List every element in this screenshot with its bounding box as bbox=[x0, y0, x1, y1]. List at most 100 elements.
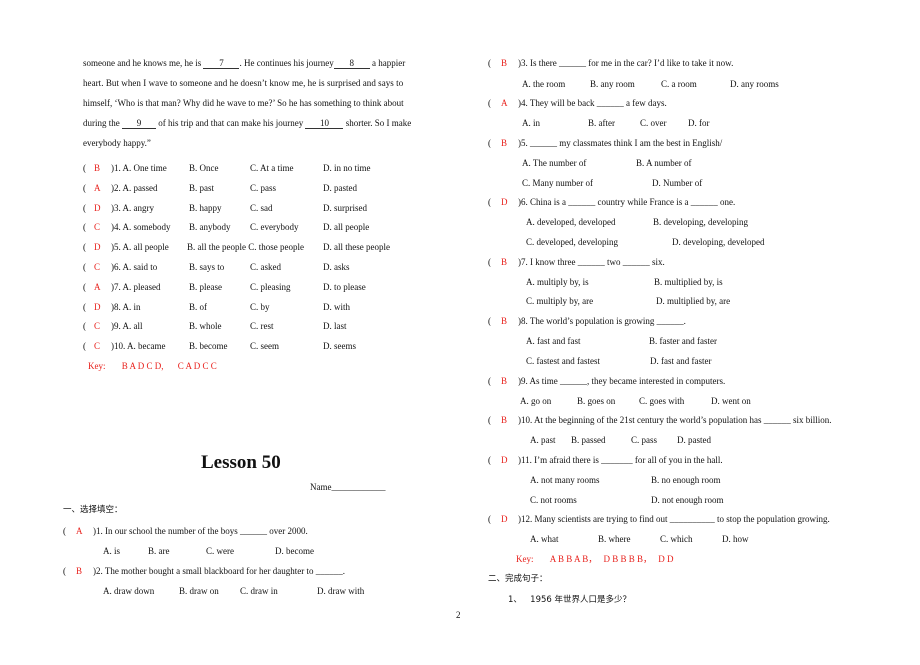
paren-open: ( bbox=[488, 257, 491, 267]
question-text: )2. The mother bought a small blackboard… bbox=[93, 566, 346, 576]
question-text: )3. Is there ______ for me in the car? I… bbox=[518, 58, 734, 68]
question-text: )1. In our school the number of the boys… bbox=[93, 526, 308, 536]
question-option-d: D. with bbox=[323, 302, 350, 312]
paren-open: ( bbox=[83, 203, 86, 213]
question-option-d: D. pasted bbox=[323, 183, 357, 193]
option-b: B. after bbox=[588, 118, 615, 128]
question-text: )5. ______ my classmates think I am the … bbox=[518, 138, 723, 148]
question-option-a: )2. A. passed bbox=[111, 183, 158, 193]
answer-letter: A bbox=[94, 282, 101, 292]
option-a: A. not many rooms bbox=[530, 475, 600, 485]
option-a: A. past bbox=[530, 435, 556, 445]
option-a: A. go on bbox=[520, 396, 552, 406]
option-c: C. a room bbox=[661, 79, 697, 89]
question-option-b: B. all the people C. those people bbox=[187, 242, 304, 252]
option-c: C. Many number of bbox=[522, 178, 593, 188]
question-option-b: B. please bbox=[189, 282, 222, 292]
question-option-b: B. of bbox=[189, 302, 207, 312]
answer-letter: B bbox=[501, 316, 508, 326]
paren-open: ( bbox=[83, 183, 86, 193]
paren-open: ( bbox=[83, 341, 86, 351]
answer-letter: D bbox=[94, 302, 101, 312]
paren-open: ( bbox=[488, 514, 491, 524]
answer-letter: C bbox=[94, 222, 101, 232]
answer-letter: B bbox=[501, 376, 508, 386]
question-text: )7. I know three ______ two ______ six. bbox=[518, 257, 665, 267]
option-c: C. which bbox=[660, 534, 693, 544]
option-b: B. where bbox=[598, 534, 631, 544]
option-c: C. pass bbox=[631, 435, 658, 445]
answer-letter: B bbox=[94, 163, 101, 173]
name-field-label: Name____________ bbox=[310, 482, 386, 492]
question-option-c: C. everybody bbox=[250, 222, 299, 232]
key-part-1: A B B A B， bbox=[549, 554, 598, 564]
option-b: B. are bbox=[148, 546, 170, 556]
cloze-answer-key: Key: B A D C D, C A D C C bbox=[88, 361, 217, 372]
option-c: C. multiply by, are bbox=[526, 296, 594, 306]
question-text: )9. As time ______, they became interest… bbox=[518, 376, 726, 386]
question-option-c: C. sad bbox=[250, 203, 273, 213]
question-option-d: D. to please bbox=[323, 282, 366, 292]
sentence-number: 1、 bbox=[508, 595, 522, 605]
option-b: B. draw on bbox=[179, 586, 219, 596]
passage-line-2: heart. But when I wave to someone and he… bbox=[83, 78, 404, 88]
question-option-b: B. says to bbox=[189, 262, 225, 272]
section-2-heading: 二、完成句子： bbox=[488, 574, 548, 584]
passage-line-3: himself, ‘Who is that man? Why did he wa… bbox=[83, 98, 404, 108]
option-b: B. any room bbox=[590, 79, 635, 89]
blank-7: 7 bbox=[203, 59, 240, 69]
answer-letter: B bbox=[501, 58, 508, 68]
passage-text: shorter. So I make bbox=[343, 118, 412, 128]
option-d: D. pasted bbox=[677, 435, 711, 445]
answer-letter: D bbox=[501, 455, 508, 465]
section-1-heading: 一、选择填空： bbox=[63, 505, 123, 515]
paren-open: ( bbox=[63, 526, 66, 536]
question-option-c: C. pleasing bbox=[250, 282, 291, 292]
option-c: C. draw in bbox=[240, 586, 278, 596]
paren-open: ( bbox=[83, 242, 86, 252]
question-option-a: )5. A. all people bbox=[111, 242, 169, 252]
key-label: Key: bbox=[516, 554, 534, 564]
key-label: Key: bbox=[88, 361, 106, 371]
answer-letter: A bbox=[76, 526, 83, 536]
question-option-c: C. pass bbox=[250, 183, 277, 193]
answer-letter: B bbox=[501, 257, 508, 267]
question-option-d: D. all these people bbox=[323, 242, 390, 252]
key-part-2: D B B B B， bbox=[603, 554, 653, 564]
passage-text: a happier bbox=[369, 58, 406, 68]
sentence-item-1: 1、 1956 年世界人口是多少？ bbox=[508, 594, 631, 606]
option-c: C. were bbox=[206, 546, 234, 556]
answer-letter: A bbox=[94, 183, 101, 193]
question-option-c: C. by bbox=[250, 302, 270, 312]
key-part-2: C A D C C bbox=[177, 361, 217, 371]
paren-open: ( bbox=[488, 138, 491, 148]
option-d: D. developing, developed bbox=[672, 237, 765, 247]
option-a: A. draw down bbox=[103, 586, 155, 596]
option-a: A. fast and fast bbox=[526, 336, 581, 346]
sentence-text: 1956 年世界人口是多少？ bbox=[530, 595, 632, 605]
question-option-c: C. rest bbox=[250, 321, 274, 331]
option-b: B. goes on bbox=[577, 396, 616, 406]
paren-open: ( bbox=[83, 321, 86, 331]
paren-open: ( bbox=[488, 197, 491, 207]
lesson-title: Lesson 50 bbox=[201, 452, 281, 473]
answer-letter: D bbox=[501, 197, 508, 207]
option-b: B. developing, developing bbox=[653, 217, 748, 227]
option-a: A. The number of bbox=[522, 158, 587, 168]
answer-letter: D bbox=[501, 514, 508, 524]
question-option-a: )7. A. pleased bbox=[111, 282, 161, 292]
mc-answer-key: Key: A B B A B， D B B B B， D D bbox=[516, 554, 674, 565]
passage-text: . He continues his journey bbox=[239, 58, 334, 68]
question-text: )6. China is a ______ country while Fran… bbox=[518, 197, 736, 207]
question-text: )12. Many scientists are trying to find … bbox=[518, 514, 830, 524]
question-option-d: D. last bbox=[323, 321, 347, 331]
question-option-a: )1. A. One time bbox=[111, 163, 167, 173]
answer-letter: B bbox=[501, 415, 508, 425]
option-a: A. is bbox=[103, 546, 121, 556]
passage-line-4: during the 9 of his trip and that can ma… bbox=[83, 118, 411, 129]
question-option-a: )9. A. all bbox=[111, 321, 143, 331]
question-option-c: C. At a time bbox=[250, 163, 294, 173]
question-option-a: )8. A. in bbox=[111, 302, 141, 312]
paren-open: ( bbox=[63, 566, 66, 576]
key-part-1: B A D C D, bbox=[121, 361, 164, 371]
